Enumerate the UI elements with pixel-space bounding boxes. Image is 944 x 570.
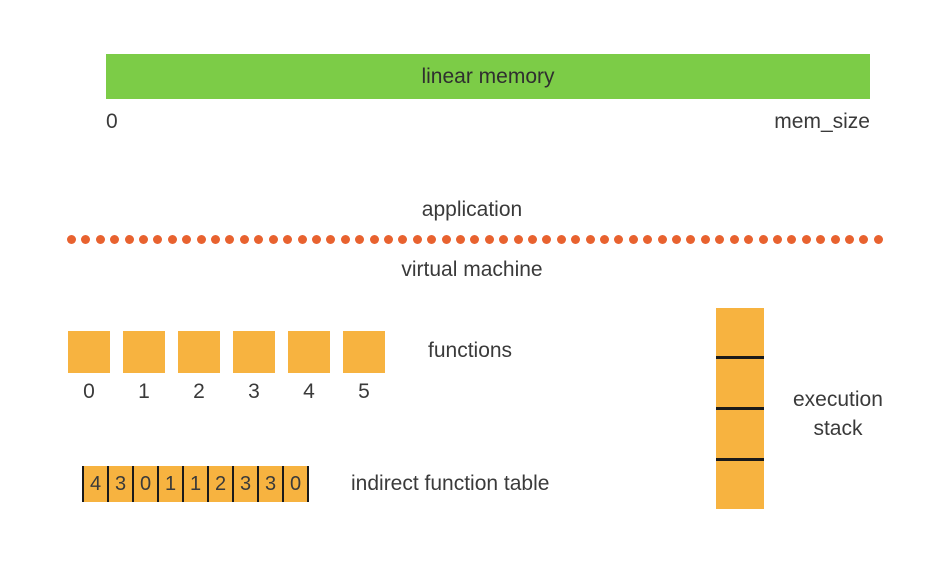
ift-cell: 1 [159,466,184,502]
divider-dot [571,235,580,244]
divider-dot [557,235,566,244]
divider-dot [312,235,321,244]
functions-row [68,331,385,373]
divider-dot [182,235,191,244]
divider-dot [759,235,768,244]
divider-dot [874,235,883,244]
ift-cell: 0 [284,466,309,502]
ift-cell: 3 [234,466,259,502]
ift-cell: 2 [209,466,234,502]
divider-dot [730,235,739,244]
memory-end-label: mem_size [774,110,870,134]
divider-dot [240,235,249,244]
function-block [343,331,385,373]
divider-dot [499,235,508,244]
divider-dot [384,235,393,244]
ift-cell: 4 [84,466,109,502]
function-block [68,331,110,373]
divider-dot [225,235,234,244]
execution-stack [716,308,764,509]
function-index: 4 [288,380,330,404]
divider-dot [744,235,753,244]
divider-dot [802,235,811,244]
function-block [233,331,275,373]
divider-dot [528,235,537,244]
divider-dot [470,235,479,244]
divider-dot [355,235,364,244]
divider-dot [614,235,623,244]
divider-dot [859,235,868,244]
functions-indices: 012345 [68,380,385,404]
execution-stack-label-line2: stack [813,417,862,440]
divider-dot [211,235,220,244]
divider-dot [715,235,724,244]
ift-cell: 1 [184,466,209,502]
divider-dot [168,235,177,244]
divider-dot [81,235,90,244]
ift-cell: 3 [259,466,284,502]
divider-dot [254,235,263,244]
divider-dot [370,235,379,244]
divider-dot [413,235,422,244]
function-index: 5 [343,380,385,404]
divider-dot [542,235,551,244]
divider-dot [427,235,436,244]
function-index: 3 [233,380,275,404]
divider-dot [153,235,162,244]
divider-dot [787,235,796,244]
divider-dot [283,235,292,244]
ift-cell: 3 [109,466,134,502]
function-block [178,331,220,373]
execution-stack-label: execution stack [793,385,883,444]
divider-dot [269,235,278,244]
divider-dot [773,235,782,244]
divider-dot [701,235,710,244]
divider-dot [326,235,335,244]
divider-dot [341,235,350,244]
stack-cell [716,461,764,509]
divider-dot [816,235,825,244]
divider-dot [643,235,652,244]
function-index: 0 [68,380,110,404]
divider-dot [442,235,451,244]
ift-cell: 0 [134,466,159,502]
indirect-function-table-label: indirect function table [351,472,549,496]
divider-dot [629,235,638,244]
divider-dot [658,235,667,244]
divider-dot [672,235,681,244]
divider-dot [686,235,695,244]
stack-cell [716,308,764,356]
divider-dot [110,235,119,244]
divider-dot [456,235,465,244]
divider-dot [298,235,307,244]
linear-memory-label: linear memory [421,65,554,89]
divider-dot [845,235,854,244]
stack-cell [716,410,764,458]
divider-dot [96,235,105,244]
execution-stack-label-line1: execution [793,388,883,411]
function-index: 1 [123,380,165,404]
divider-dotted-line [67,233,883,245]
divider-dot [600,235,609,244]
virtual-machine-label: virtual machine [0,258,944,282]
divider-dot [67,235,76,244]
divider-dot [197,235,206,244]
function-index: 2 [178,380,220,404]
divider-dot [514,235,523,244]
function-block [288,331,330,373]
memory-start-label: 0 [106,110,118,134]
divider-dot [831,235,840,244]
divider-dot [398,235,407,244]
linear-memory-bar: linear memory [106,54,870,99]
application-label: application [0,198,944,222]
divider-dot [139,235,148,244]
divider-dot [125,235,134,244]
divider-dot [485,235,494,244]
divider-dot [586,235,595,244]
function-block [123,331,165,373]
indirect-function-table: 430112330 [82,466,309,502]
stack-cell [716,359,764,407]
functions-label: functions [428,339,512,363]
